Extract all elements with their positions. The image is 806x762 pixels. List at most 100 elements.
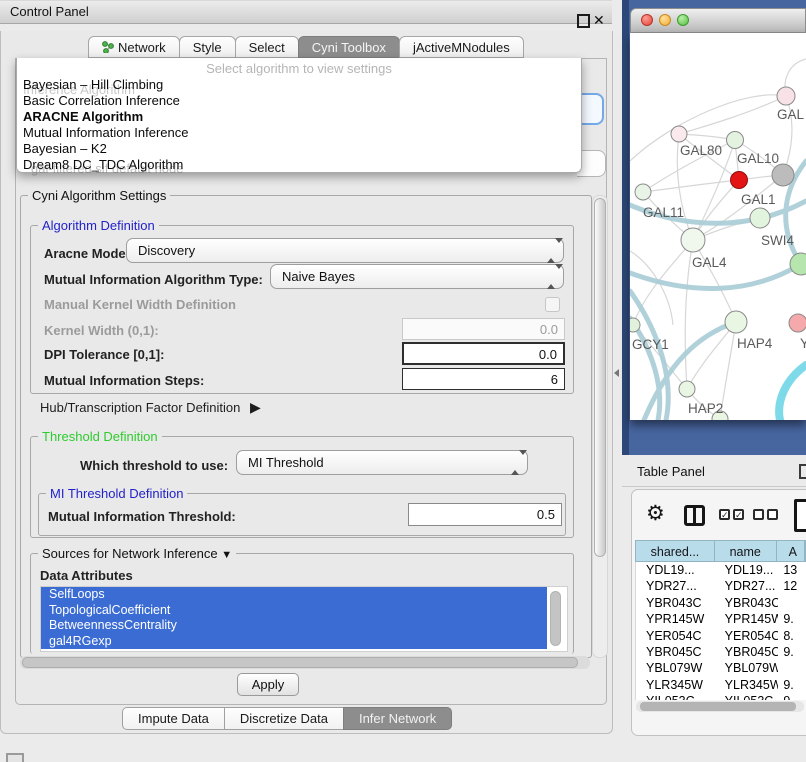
node-label-hap2: HAP2 — [688, 401, 723, 416]
mac-close-button[interactable] — [641, 14, 653, 26]
stepper-icon — [547, 243, 556, 259]
mac-minimize-button[interactable] — [659, 14, 671, 26]
tab-label: Cyni Toolbox — [312, 40, 386, 55]
splitter-collapse-icon[interactable] — [614, 369, 619, 377]
network-window-titlebar[interactable] — [630, 8, 806, 33]
mi-steps-field[interactable]: 6 — [402, 368, 565, 390]
tab-infer-network[interactable]: Infer Network — [343, 707, 452, 730]
network-icon — [102, 40, 114, 53]
manual-kernel-checkbox[interactable] — [545, 297, 560, 312]
attribute-item-selfloops[interactable]: SelfLoops — [41, 587, 547, 603]
table-row[interactable]: YBR043CYBR043C — [636, 595, 806, 611]
tab-style[interactable]: Style — [179, 36, 236, 58]
apply-button[interactable]: Apply — [237, 673, 299, 696]
mi-threshold-field[interactable]: 0.5 — [408, 503, 562, 526]
aracne-mode-combo[interactable]: Discovery — [126, 238, 564, 263]
collapse-down-icon[interactable]: ▼ — [221, 549, 232, 561]
list-scrollbar-thumb[interactable] — [550, 591, 561, 646]
network-node[interactable] — [671, 126, 687, 142]
table-panel-float-icon[interactable] — [799, 464, 806, 479]
node-label-gal11: GAL11 — [643, 205, 684, 220]
kernel-width-field[interactable]: 0.0 — [402, 318, 565, 340]
network-node[interactable] — [630, 318, 640, 332]
tab-network[interactable]: Network — [88, 36, 180, 58]
table-cell: 8. — [778, 628, 806, 644]
docked-panel-icon[interactable] — [6, 753, 24, 762]
column-header-name[interactable]: name — [715, 541, 777, 561]
attribute-item-gal4rgexp[interactable]: gal4RGexp — [41, 634, 547, 650]
table-row[interactable]: YPR145WYPR145W9. — [636, 611, 806, 627]
data-attributes-label: Data Attributes — [40, 568, 133, 583]
sources-group-title[interactable]: Sources for Network Inference ▼ — [38, 546, 236, 561]
settings-hscrollbar-track[interactable] — [20, 656, 590, 669]
table-row[interactable]: YER054CYER054C8. — [636, 628, 806, 644]
network-node[interactable] — [635, 184, 651, 200]
close-icon[interactable]: ✕ — [593, 12, 605, 29]
network-node[interactable] — [727, 132, 744, 149]
settings-hscrollbar-thumb[interactable] — [22, 657, 578, 668]
network-canvas[interactable]: GALGAL80GAL10GAL1GAL11SWI4GAL4GCY1HAP4YH… — [630, 33, 806, 420]
unchecked-checkbox-icon[interactable] — [767, 509, 778, 520]
mac-zoom-button[interactable] — [677, 14, 689, 26]
checked-checkbox-icon[interactable]: ✓ — [733, 509, 744, 520]
columns-icon[interactable] — [684, 505, 705, 526]
attribute-item-betweennesscentrality[interactable]: BetweennessCentrality — [41, 618, 547, 634]
network-node[interactable] — [725, 311, 747, 333]
node-label-gal4: GAL4 — [692, 255, 727, 270]
mi-type-label: Mutual Information Algorithm Type: — [44, 272, 263, 287]
algorithm-option-bayesian-hill-climbing[interactable]: Bayesian – Hill Climbing — [23, 77, 163, 93]
network-node[interactable] — [679, 381, 695, 397]
table-row[interactable]: YLR345WYLR345W9. — [636, 677, 806, 693]
algorithm-option-bayesian-k2[interactable]: Bayesian – K2 — [23, 141, 107, 157]
table-cell: YPR145W — [636, 611, 715, 627]
table-hscrollbar-track[interactable] — [636, 701, 804, 712]
which-threshold-combo[interactable]: MI Threshold — [236, 450, 528, 475]
table-cell: YLR345W — [636, 677, 715, 693]
tab-cyni-toolbox[interactable]: Cyni Toolbox — [298, 36, 400, 58]
dpi-tolerance-field[interactable]: 0.0 — [402, 342, 565, 365]
network-frame-edge — [622, 0, 629, 455]
algorithm-option-basic-correlation-inference[interactable]: Basic Correlation Inference — [23, 93, 180, 109]
table-cell: YBL079W — [636, 660, 715, 676]
expand-right-icon[interactable]: ▶ — [250, 399, 261, 415]
network-node[interactable] — [731, 172, 748, 189]
aracne-mode-label: Aracne Mode: — [44, 246, 130, 261]
hub-definition-toggle[interactable]: Hub/Transcription Factor Definition ▶ — [40, 399, 261, 416]
column-header-a[interactable]: A — [777, 541, 805, 561]
settings-vscrollbar-thumb[interactable] — [594, 198, 606, 557]
table-cell: YDR27... — [715, 578, 779, 594]
tab-select[interactable]: Select — [235, 36, 299, 58]
network-node[interactable] — [750, 208, 770, 228]
mi-threshold-definition-title: MI Threshold Definition — [46, 486, 187, 501]
algorithm-option-dream8-dc-tdc-algorithm[interactable]: Dream8 DC_TDC Algorithm — [23, 157, 183, 173]
checked-checkbox-icon[interactable]: ✓ — [719, 509, 730, 520]
algorithm-option-aracne-algorithm[interactable]: ARACNE Algorithm — [23, 109, 143, 125]
unchecked-checkbox-icon[interactable] — [753, 509, 764, 520]
table-row[interactable]: YBL079WYBL079W — [636, 660, 806, 676]
attribute-item-topologicalcoefficient[interactable]: TopologicalCoefficient — [41, 603, 547, 619]
network-node[interactable] — [681, 228, 705, 252]
table-row[interactable]: YBR045CYBR045C9. — [636, 644, 806, 660]
mi-type-combo[interactable]: Naive Bayes — [270, 264, 564, 289]
gear-icon[interactable]: ⚙ — [646, 501, 665, 526]
data-attributes-list[interactable]: SelfLoopsTopologicalCoefficientBetweenne… — [40, 586, 568, 652]
float-window-icon[interactable] — [577, 14, 590, 28]
table-cell: YER054C — [636, 628, 715, 644]
column-header-shared[interactable]: shared... — [636, 541, 715, 561]
network-node[interactable] — [777, 87, 795, 105]
network-node[interactable] — [789, 314, 806, 332]
tab-discretize-data[interactable]: Discretize Data — [224, 707, 344, 730]
network-node[interactable] — [772, 164, 794, 186]
table-row[interactable]: YIL053CYIL053C9 — [636, 693, 806, 700]
node-label-gal1: GAL1 — [741, 192, 776, 207]
document-icon[interactable] — [794, 499, 806, 532]
table-row[interactable]: YDR27...YDR27...12 — [636, 578, 806, 594]
table-row[interactable]: YDL19...YDL19...13 — [636, 562, 806, 578]
table-cell: YIL053C — [715, 693, 779, 700]
algorithm-option-mutual-information-inference[interactable]: Mutual Information Inference — [23, 125, 188, 141]
table-hscrollbar-thumb[interactable] — [640, 702, 796, 711]
tab-jactivemnodules[interactable]: jActiveMNodules — [399, 36, 524, 58]
control-panel-titlebar[interactable]: Control Panel ✕ — [0, 0, 612, 24]
tab-impute-data[interactable]: Impute Data — [122, 707, 225, 730]
node-label-gal10: GAL10 — [737, 151, 779, 166]
